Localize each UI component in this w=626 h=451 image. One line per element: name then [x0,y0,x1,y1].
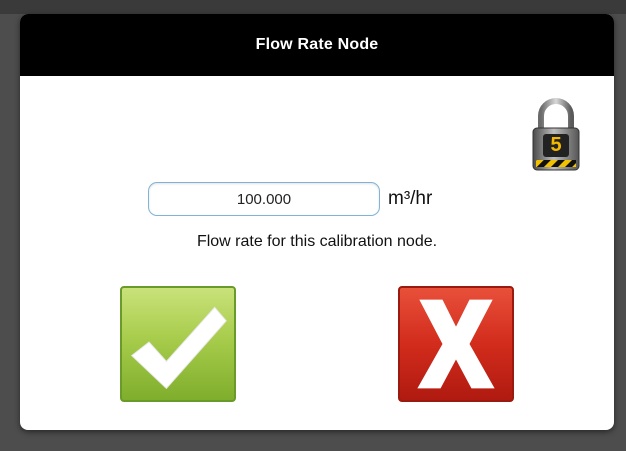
unit-label: m³/hr [388,188,433,209]
dialog-header: Flow Rate Node [20,14,614,76]
lock-level-label: 5 [550,134,562,156]
backdrop-top [0,0,626,14]
checkmark-icon [130,306,227,390]
field-description: Flow rate for this calibration node. [196,233,438,250]
cancel-button[interactable] [398,286,514,402]
confirm-button[interactable] [120,286,236,402]
x-icon [417,299,495,389]
flow-rate-dialog: Flow Rate Node 5 100.000 m³/hr Flow rate… [20,14,614,430]
flow-rate-input[interactable] [148,182,380,216]
dialog-title: Flow Rate Node [255,36,379,53]
